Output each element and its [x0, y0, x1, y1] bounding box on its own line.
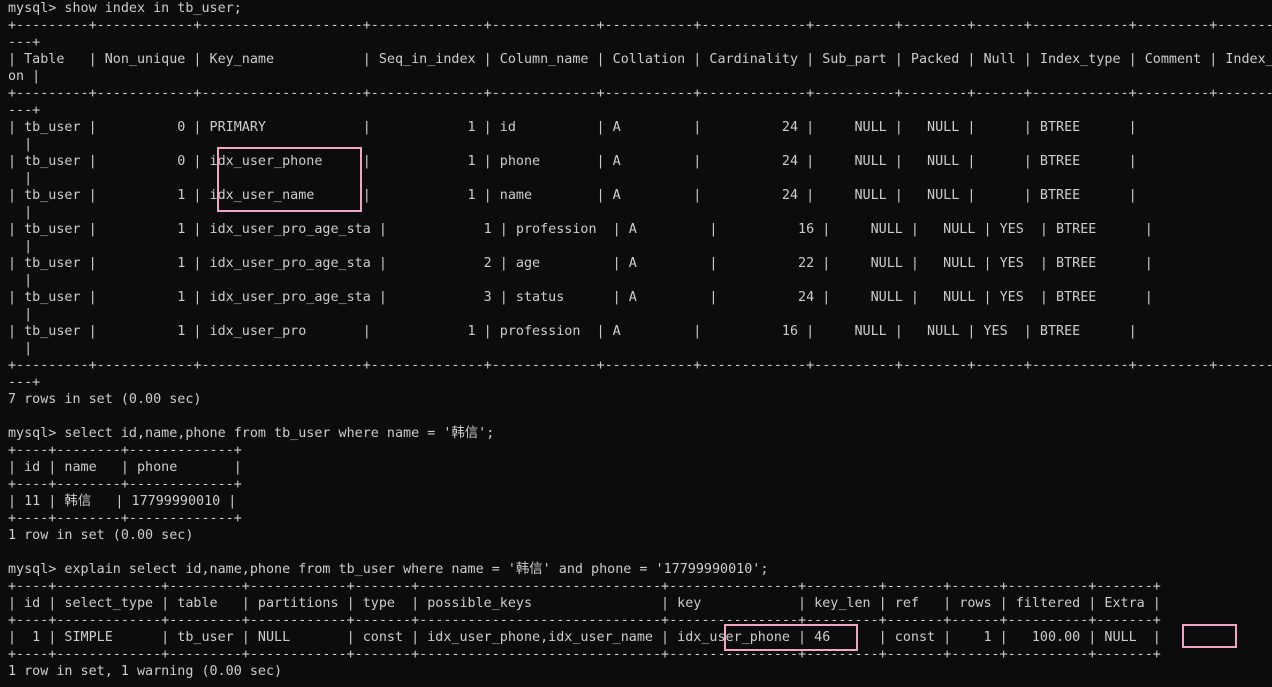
index-table-border-bottom: +---------+------------+----------------…: [8, 358, 1272, 373]
index-row-wrap: |: [8, 307, 33, 322]
result-summary-index: 7 rows in set (0.00 sec): [8, 392, 202, 407]
terminal-window[interactable]: mysql> show index in tb_user; +---------…: [8, 0, 1272, 687]
index-row-wrap: |: [8, 239, 33, 254]
prompt-explain: mysql> explain select id,name,phone from…: [8, 562, 769, 577]
index-row-wrap: |: [8, 171, 33, 186]
result-summary-explain: 1 row in set, 1 warning (0.00 sec): [8, 664, 283, 679]
index-table-border-mid: +---------+------------+----------------…: [8, 86, 1272, 101]
explain-table-border-mid: +----+-------------+---------+----------…: [8, 613, 1161, 628]
index-row-primary: | tb_user | 0 | PRIMARY | 1 | id | A | 2…: [8, 120, 1137, 135]
result-summary-select: 1 row in set (0.00 sec): [8, 528, 194, 543]
index-table-border-top-wrap: ---+: [8, 35, 41, 50]
index-row-wrap: |: [8, 205, 33, 220]
index-row-pro-age-sta-1: | tb_user | 1 | idx_user_pro_age_sta | 1…: [8, 222, 1153, 237]
index-row-pro-age-sta-2: | tb_user | 1 | idx_user_pro_age_sta | 2…: [8, 256, 1153, 271]
index-row-wrap: |: [8, 341, 33, 356]
index-row-idx-user-phone: | tb_user | 0 | idx_user_phone | 1 | pho…: [8, 154, 1137, 169]
prompt-show-index: mysql> show index in tb_user;: [8, 1, 242, 16]
index-row-wrap: |: [8, 137, 33, 152]
explain-table-header: | id | select_type | table | partitions …: [8, 596, 1161, 611]
index-table-border-bottom-wrap: ---+: [8, 375, 41, 390]
index-row-pro-age-sta-3: | tb_user | 1 | idx_user_pro_age_sta | 3…: [8, 290, 1153, 305]
explain-table-border-bottom: +----+-------------+---------+----------…: [8, 647, 1161, 662]
index-row-wrap: |: [8, 273, 33, 288]
index-table-border-top: +---------+------------+----------------…: [8, 18, 1272, 33]
select-table-header: | id | name | phone |: [8, 460, 242, 475]
explain-table-row: | 1 | SIMPLE | tb_user | NULL | const | …: [8, 630, 1161, 645]
select-table-border-top: +----+--------+-------------+: [8, 443, 242, 458]
select-table-border-bottom: +----+--------+-------------+: [8, 511, 242, 526]
index-table-header-wrap: on |: [8, 69, 41, 84]
index-table-header: | Table | Non_unique | Key_name | Seq_in…: [8, 52, 1272, 67]
prompt-select: mysql> select id,name,phone from tb_user…: [8, 426, 495, 441]
index-row-idx-user-name: | tb_user | 1 | idx_user_name | 1 | name…: [8, 188, 1137, 203]
select-table-border-mid: +----+--------+-------------+: [8, 477, 242, 492]
index-row-idx-user-pro: | tb_user | 1 | idx_user_pro | 1 | profe…: [8, 324, 1137, 339]
select-table-row: | 11 | 韩信 | 17799990010 |: [8, 494, 237, 509]
index-table-border-mid-wrap: ---+: [8, 103, 41, 118]
explain-table-border-top: +----+-------------+---------+----------…: [8, 579, 1161, 594]
